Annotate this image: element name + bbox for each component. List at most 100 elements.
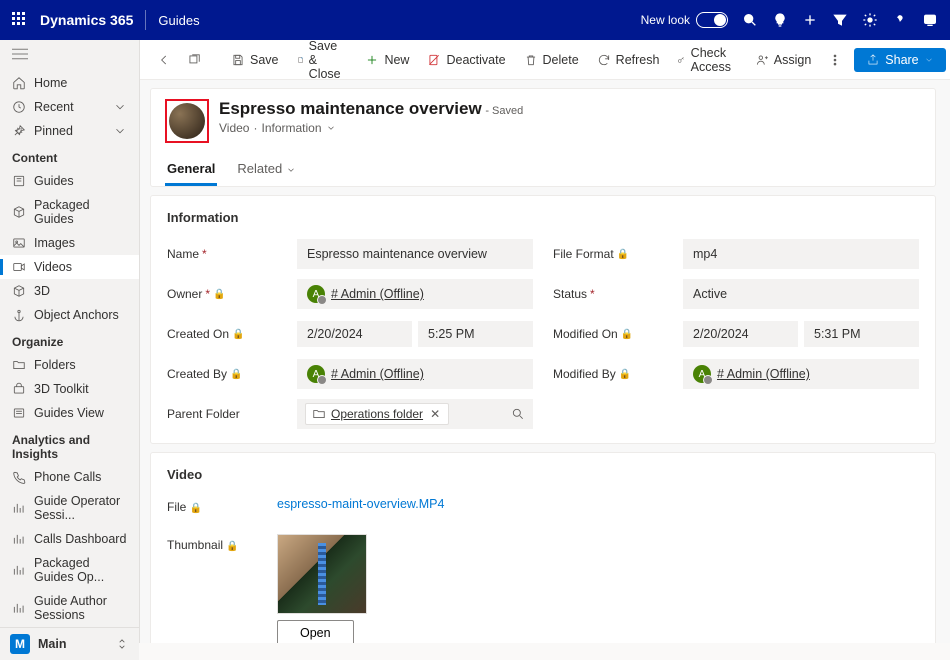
nav-label: 3D (34, 284, 50, 298)
nav-section-content: Content (0, 143, 139, 169)
owner-field[interactable]: A# Admin (Offline) (297, 279, 533, 309)
nav-packaged-guides[interactable]: Packaged Guides (0, 193, 139, 231)
nav-label: Images (34, 236, 75, 250)
nav-calls-dashboard[interactable]: Calls Dashboard (0, 527, 139, 551)
delete-button[interactable]: Delete (517, 49, 586, 71)
share-button[interactable]: Share (854, 48, 945, 72)
open-new-window-button[interactable] (180, 49, 208, 71)
home-icon (12, 76, 26, 90)
parentfolder-field[interactable]: Operations folder ✕ (297, 399, 533, 429)
new-button[interactable]: New (358, 49, 416, 71)
new-look-toggle[interactable]: New look (641, 12, 728, 28)
search-icon[interactable] (511, 407, 525, 421)
nav-operator-sessions[interactable]: Guide Operator Sessi... (0, 489, 139, 527)
name-field[interactable]: Espresso maintenance overview (297, 239, 533, 269)
deactivate-button[interactable]: Deactivate (420, 49, 512, 71)
remove-chip-button[interactable]: ✕ (428, 407, 442, 421)
gear-icon[interactable] (862, 12, 878, 28)
search-icon[interactable] (742, 12, 758, 28)
thumbnail-image[interactable] (277, 534, 367, 614)
toggle-switch-icon[interactable] (696, 12, 728, 28)
nav-images[interactable]: Images (0, 231, 139, 255)
environment-switcher[interactable]: M Main (0, 627, 139, 660)
lock-icon: 🔒 (617, 249, 629, 260)
nav-label: Guide Operator Sessi... (34, 494, 127, 522)
assign-icon (755, 53, 769, 67)
nav-author-sessions[interactable]: Guide Author Sessions (0, 589, 139, 627)
owner-link[interactable]: # Admin (Offline) (331, 287, 424, 301)
app-launcher-icon[interactable] (12, 12, 28, 28)
collapse-nav-button[interactable] (0, 40, 139, 71)
nav-recent[interactable]: Recent (0, 95, 139, 119)
time-value: 5:31 PM (804, 321, 919, 347)
folder-chip[interactable]: Operations folder ✕ (305, 403, 449, 425)
label-createdon: Created On 🔒 (167, 327, 277, 341)
save-button[interactable]: Save (224, 49, 286, 71)
chart-icon (12, 563, 26, 577)
nav-3d[interactable]: 3D (0, 279, 139, 303)
folder-link[interactable]: Operations folder (331, 407, 423, 421)
assistant-icon[interactable] (922, 12, 938, 28)
save-close-icon (297, 53, 304, 67)
cmd-label: Share (885, 53, 918, 67)
brand-label: Dynamics 365 (40, 12, 133, 28)
overflow-menu-button[interactable] (822, 48, 848, 72)
avatar: A (693, 365, 711, 383)
image-icon (12, 236, 26, 250)
nav-object-anchors[interactable]: Object Anchors (0, 303, 139, 327)
key-icon (677, 53, 685, 67)
nav-home[interactable]: Home (0, 71, 139, 95)
open-button[interactable]: Open (277, 620, 354, 643)
file-link[interactable]: espresso-maint-overview.MP4 (277, 497, 444, 511)
nav-section-organize: Organize (0, 327, 139, 353)
video-section: Video File 🔒 espresso-maint-overview.MP4… (150, 452, 936, 643)
tab-related[interactable]: Related (235, 153, 297, 186)
save-close-button[interactable]: Save & Close (290, 40, 355, 85)
check-access-button[interactable]: Check Access (670, 42, 743, 78)
filter-icon[interactable] (832, 12, 848, 28)
modifiedby-link[interactable]: # Admin (Offline) (717, 367, 810, 381)
nav-label: Packaged Guides Op... (34, 556, 127, 584)
nav-guides-view[interactable]: Guides View (0, 401, 139, 425)
createdby-link[interactable]: # Admin (Offline) (331, 367, 424, 381)
chevron-down-icon[interactable] (326, 123, 336, 133)
chevron-down-icon (286, 165, 296, 175)
fileformat-field: mp4 (683, 239, 919, 269)
nav-label: Home (34, 76, 67, 90)
lightbulb-icon[interactable] (772, 12, 788, 28)
left-nav-sidebar: Home Recent Pinned Content Guides Packag… (0, 40, 140, 643)
section-heading: Video (167, 467, 919, 482)
nav-3d-toolkit[interactable]: 3D Toolkit (0, 377, 139, 401)
nav-folders[interactable]: Folders (0, 353, 139, 377)
anchor-icon (12, 308, 26, 322)
label-createdby: Created By 🔒 (167, 367, 277, 381)
plus-icon[interactable] (802, 12, 818, 28)
assign-button[interactable]: Assign (748, 49, 819, 71)
lock-icon: 🔒 (213, 289, 225, 300)
form-selector[interactable]: Information (261, 121, 321, 135)
cmd-label: New (384, 53, 409, 67)
nav-label: Guides (34, 174, 74, 188)
tab-general[interactable]: General (165, 153, 217, 186)
label-owner: Owner * 🔒 (167, 287, 277, 301)
nav-phone-calls[interactable]: Phone Calls (0, 465, 139, 489)
toolkit-icon (12, 382, 26, 396)
nav-pinned[interactable]: Pinned (0, 119, 139, 143)
global-top-bar: Dynamics 365 Guides New look (0, 0, 950, 40)
nav-packaged-guides-op[interactable]: Packaged Guides Op... (0, 551, 139, 589)
lock-icon: 🔒 (619, 369, 631, 380)
pin-icon (12, 124, 26, 138)
refresh-icon (597, 53, 611, 67)
package-icon (12, 205, 26, 219)
back-button[interactable] (150, 49, 178, 71)
tab-label: Related (237, 161, 282, 176)
status-field[interactable]: Active (683, 279, 919, 309)
label-parentfolder: Parent Folder (167, 407, 277, 421)
refresh-button[interactable]: Refresh (590, 49, 667, 71)
nav-guides[interactable]: Guides (0, 169, 139, 193)
help-icon[interactable] (892, 12, 908, 28)
record-image[interactable] (169, 103, 205, 139)
nav-videos[interactable]: Videos (0, 255, 139, 279)
plus-icon (365, 53, 379, 67)
modifiedby-field: A # Admin (Offline) (683, 359, 919, 389)
